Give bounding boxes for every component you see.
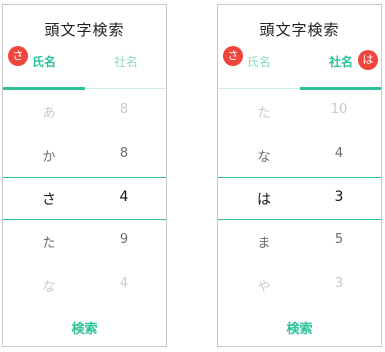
count-cell: 10 bbox=[330, 102, 348, 117]
selection-top-line bbox=[3, 177, 166, 178]
selection-bottom-line bbox=[3, 219, 166, 220]
count-cell: 4 bbox=[119, 189, 129, 205]
kana-cell: ま bbox=[257, 236, 271, 251]
kana-cell: や bbox=[257, 280, 271, 295]
kana-cell: た bbox=[257, 106, 271, 121]
picker-row[interactable]: た 10 bbox=[218, 102, 381, 122]
dialog-title: 頭文字検索 bbox=[44, 21, 125, 39]
search-button[interactable]: 検索 bbox=[3, 318, 166, 337]
active-tab-indicator bbox=[3, 87, 85, 90]
kana-cell: か bbox=[42, 150, 56, 165]
count-cell: 4 bbox=[119, 276, 129, 291]
picker-row[interactable]: ま 5 bbox=[218, 232, 381, 252]
count-cell: 5 bbox=[334, 232, 344, 247]
initial-search-panel-1: 頭文字検索 氏名 社名 さ あ 8 か 8 さ 4 た 9 な 4 検索 bbox=[2, 4, 167, 347]
name-tab-badge: さ bbox=[223, 46, 243, 66]
active-tab-indicator bbox=[300, 87, 381, 90]
count-cell: 3 bbox=[334, 276, 344, 291]
picker-row[interactable]: や 3 bbox=[218, 276, 381, 296]
kana-cell: さ bbox=[42, 192, 56, 208]
picker-row[interactable]: あ 8 bbox=[3, 102, 166, 122]
kana-cell: は bbox=[257, 192, 271, 208]
tab-company[interactable]: 社名 bbox=[85, 53, 167, 70]
selection-bottom-line bbox=[218, 219, 381, 220]
kana-cell: な bbox=[42, 280, 56, 295]
selected-kana-badge: さ bbox=[8, 46, 28, 66]
count-cell: 8 bbox=[119, 102, 129, 117]
picker-row[interactable]: な 4 bbox=[218, 146, 381, 166]
count-cell: 9 bbox=[119, 232, 129, 247]
picker-row-selected[interactable]: は 3 bbox=[218, 189, 381, 209]
picker-row[interactable]: か 8 bbox=[3, 146, 166, 166]
search-button[interactable]: 検索 bbox=[218, 318, 381, 337]
picker-row-selected[interactable]: さ 4 bbox=[3, 189, 166, 209]
kana-cell: あ bbox=[42, 106, 56, 121]
count-cell: 3 bbox=[334, 189, 344, 205]
count-cell: 8 bbox=[119, 146, 129, 161]
dialog-title: 頭文字検索 bbox=[259, 21, 340, 39]
kana-cell: な bbox=[257, 150, 271, 165]
initial-search-panel-2: 頭文字検索 氏名 社名 さ は た 10 な 4 は 3 ま 5 や 3 検索 bbox=[217, 4, 382, 347]
kana-cell: た bbox=[42, 236, 56, 251]
selection-top-line bbox=[218, 177, 381, 178]
picker-row[interactable]: た 9 bbox=[3, 232, 166, 252]
picker-row[interactable]: な 4 bbox=[3, 276, 166, 296]
count-cell: 4 bbox=[334, 146, 344, 161]
company-tab-badge: は bbox=[358, 50, 378, 70]
